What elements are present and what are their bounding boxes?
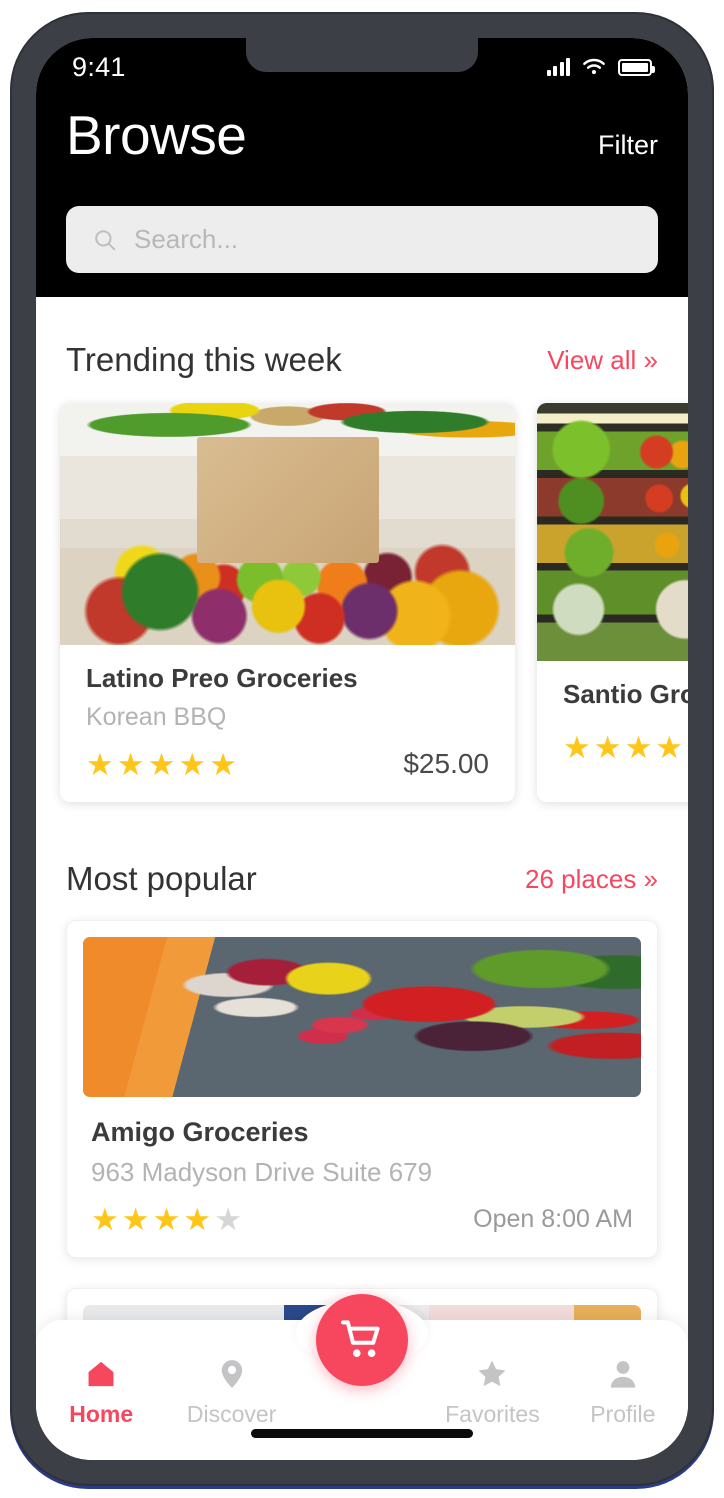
home-indicator	[251, 1429, 473, 1438]
search-input[interactable]: Search...	[134, 224, 238, 255]
nav-label-home: Home	[69, 1401, 134, 1427]
card-footer: ★ ★ ★ ★ ★ $25.00	[86, 748, 489, 780]
rating-stars: ★★★★★	[563, 730, 688, 765]
wifi-icon	[583, 58, 605, 75]
map-pin-icon	[221, 1360, 242, 1388]
nav-item-favorites[interactable]: Favorites	[427, 1357, 557, 1428]
popular-card[interactable]: Amigo Groceries 963 Madyson Drive Suite …	[66, 920, 658, 1258]
nav-item-home[interactable]: Home	[36, 1357, 166, 1428]
nav-item-discover[interactable]: Discover	[166, 1357, 296, 1428]
places-count-link[interactable]: 26 places »	[525, 864, 658, 895]
nav-label-discover: Discover	[186, 1401, 277, 1427]
section-title: Trending this week	[66, 341, 342, 378]
card-footer: ★ ★ ★ ★ ★ Open 8:00 AM	[91, 1204, 633, 1235]
battery-full-icon	[618, 58, 655, 76]
view-all-link[interactable]: View all »	[547, 345, 658, 376]
phone-screen: 9:41 Browse Filter Search... Trending th…	[36, 38, 688, 1460]
card-address: 963 Madyson Drive Suite 679	[91, 1157, 433, 1187]
header-title-row: Browse Filter	[36, 108, 688, 163]
card-title: Latino Preo Groceries	[86, 663, 358, 693]
status-bar-time: 9:41	[72, 51, 126, 82]
person-icon	[610, 1361, 636, 1388]
card-price: $25.00	[403, 748, 489, 779]
card-body: Amigo Groceries 963 Madyson Drive Suite …	[83, 1097, 641, 1257]
card-body: Latino Preo Groceries Korean BBQ ★ ★ ★ ★ ★ $…	[60, 645, 515, 802]
status-bar-icons	[546, 57, 655, 77]
card-subtitle: Korean BBQ	[86, 703, 227, 731]
card-title: Amigo Groceries	[91, 1117, 309, 1147]
trending-card[interactable]: Santio Gro ★★★★★	[537, 403, 688, 802]
card-title: Santio Gro	[563, 679, 688, 709]
card-photo-produce-shelf	[537, 403, 688, 661]
shopping-cart-icon	[341, 1320, 380, 1357]
section-header-popular: Most popular 26 places »	[36, 860, 688, 898]
nav-label-profile: Profile	[590, 1401, 656, 1427]
search-bar[interactable]: Search...	[66, 206, 658, 273]
trending-card-row[interactable]: Latino Preo Groceries Korean BBQ ★ ★ ★ ★ ★ $…	[36, 403, 688, 802]
home-icon	[88, 1361, 114, 1387]
nav-label-favorites: Favorites	[445, 1401, 540, 1427]
phone-device-frame: 9:41 Browse Filter Search... Trending th…	[12, 14, 712, 1484]
signal-bars-icon	[546, 58, 570, 76]
trending-card[interactable]: Latino Preo Groceries Korean BBQ ★ ★ ★ ★ ★ $…	[60, 403, 515, 802]
rating-stars: ★★★★★	[91, 1202, 242, 1237]
rating-stars: ★★★★★	[86, 746, 237, 782]
page-title: Browse	[66, 104, 247, 166]
content-scroll-area[interactable]: Trending this week View all » Latino Pre…	[36, 297, 688, 1460]
nav-item-profile[interactable]: Profile	[558, 1357, 688, 1428]
card-open-time: Open 8:00 AM	[473, 1205, 633, 1233]
app-header: 9:41 Browse Filter Search...	[36, 38, 688, 297]
section-title: Most popular	[66, 860, 257, 897]
star-icon	[478, 1360, 506, 1387]
card-body: Santio Gro ★★★★★	[537, 661, 688, 785]
filter-button[interactable]: Filter	[598, 130, 658, 161]
card-photo-fresh-vegetables	[83, 937, 641, 1097]
section-header-trending: Trending this week View all »	[36, 341, 688, 379]
bottom-navigation-bar: Home Discover Favorites Profile	[36, 1294, 688, 1460]
card-photo-grocery-bag	[60, 403, 515, 645]
cart-fab-button[interactable]	[316, 1294, 408, 1386]
screen-notch	[246, 38, 478, 72]
card-footer: ★★★★★	[563, 732, 688, 763]
search-icon	[95, 229, 116, 250]
